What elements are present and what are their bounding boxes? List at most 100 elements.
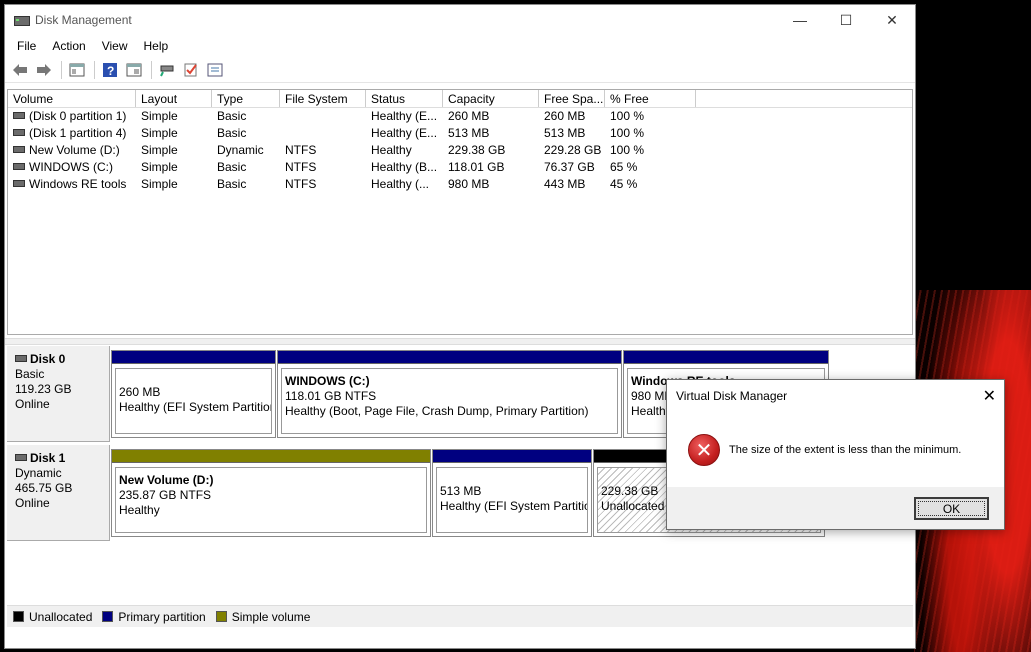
disk-list-icon[interactable] [204, 60, 226, 80]
svg-text:?: ? [107, 64, 114, 78]
disk-management-window: Disk Management — ☐ ✕ File Action View H… [4, 4, 916, 649]
volume-layout: Simple [141, 126, 178, 140]
volume-percent-free: 100 % [610, 126, 645, 140]
volume-file-system [280, 125, 366, 142]
volume-free-space: 513 MB [544, 126, 586, 140]
legend-label: Simple volume [231, 609, 311, 624]
legend-primary-partition: Primary partition [102, 610, 206, 624]
disk-icon [15, 355, 27, 363]
properties-icon[interactable] [123, 60, 145, 80]
volume-status: Healthy (E... [371, 109, 438, 123]
volume-free-space: 443 MB [544, 177, 586, 191]
table-row[interactable]: WINDOWS (C:) Simple Basic NTFS Healthy (… [8, 159, 912, 176]
partition-status: Healthy (Boot, Page File, Crash Dump, Pr… [285, 404, 589, 418]
volume-name: Windows RE tools [29, 177, 127, 191]
partition-status: Healthy (EFI System Partition) [119, 400, 272, 414]
partition-disk0-efi[interactable]: 260 MB Healthy (EFI System Partition) [111, 350, 276, 438]
disk-size: 465.75 GB [15, 481, 73, 495]
table-row[interactable]: (Disk 0 partition 1) Simple Basic Health… [8, 108, 912, 125]
volume-file-system: NTFS [285, 177, 317, 191]
volume-name: WINDOWS (C:) [29, 160, 113, 174]
dialog-message: The size of the extent is less than the … [729, 444, 962, 456]
check-icon[interactable] [180, 60, 202, 80]
error-icon: ✕ [688, 434, 720, 466]
volume-type: Dynamic [217, 143, 264, 157]
legend-swatch [215, 611, 227, 622]
show-hide-console-tree-icon[interactable] [66, 60, 88, 80]
connect-icon[interactable] [156, 60, 178, 80]
table-row[interactable]: (Disk 1 partition 4) Simple Basic Health… [8, 125, 912, 142]
column-header-file-system[interactable]: File System [280, 90, 366, 107]
column-header-percent-free[interactable]: % Free [605, 90, 696, 107]
column-header-status[interactable]: Status [366, 90, 443, 107]
column-header-capacity[interactable]: Capacity [443, 90, 539, 107]
back-icon[interactable] [9, 60, 31, 80]
maximize-button[interactable]: ☐ [823, 5, 869, 35]
dialog-close-button[interactable]: ✕ [983, 386, 996, 406]
disk-label-0[interactable]: Disk 0 Basic 119.23 GB Online [7, 346, 110, 442]
error-dialog: Virtual Disk Manager ✕ ✕ The size of the… [666, 379, 1005, 530]
disk-name: Disk 0 [30, 352, 66, 366]
partition-size: 235.87 GB NTFS [119, 488, 212, 502]
volume-capacity: 260 MB [448, 109, 490, 123]
menu-action[interactable]: Action [44, 39, 93, 53]
volume-icon [13, 129, 25, 137]
volume-free-space: 76.37 GB [544, 160, 595, 174]
menu-view[interactable]: View [94, 39, 136, 53]
partition-name: New Volume (D:) [119, 473, 214, 487]
column-header-type[interactable]: Type [212, 90, 280, 107]
dialog-title-bar: Virtual Disk Manager ✕ [667, 380, 1004, 411]
volume-type: Basic [217, 109, 247, 123]
partition-size: 513 MB [440, 484, 482, 498]
volume-file-system: NTFS [285, 143, 317, 157]
volume-icon [13, 112, 25, 120]
desktop-background [914, 0, 1031, 652]
disk-name: Disk 1 [30, 451, 66, 465]
minimize-button[interactable]: — [777, 5, 823, 35]
help-icon[interactable]: ? [99, 60, 121, 80]
ok-button[interactable]: OK [914, 497, 989, 520]
close-button[interactable]: ✕ [869, 5, 915, 35]
disk-label-1[interactable]: Disk 1 Dynamic 465.75 GB Online [7, 445, 110, 541]
volume-layout: Simple [141, 177, 178, 191]
volume-icon [13, 163, 25, 171]
volume-list: Volume Layout Type File System Status Ca… [7, 89, 913, 335]
disk-state: Online [15, 496, 50, 510]
legend-swatch [102, 611, 114, 622]
volume-type: Basic [217, 160, 247, 174]
partition-size: 118.01 GB NTFS [285, 389, 377, 403]
table-row[interactable]: New Volume (D:) Simple Dynamic NTFS Heal… [8, 142, 912, 159]
disk-kind: Dynamic [15, 466, 62, 480]
volume-name: (Disk 0 partition 1) [29, 109, 127, 123]
volume-percent-free: 65 % [610, 160, 638, 174]
partition-disk1-efi[interactable]: 513 MB Healthy (EFI System Partition) [432, 449, 592, 537]
column-header-free-space[interactable]: Free Spa... [539, 90, 605, 107]
volume-percent-free: 45 % [610, 177, 638, 191]
table-row[interactable]: Windows RE tools Simple Basic NTFS Healt… [8, 176, 912, 193]
volume-list-header: Volume Layout Type File System Status Ca… [8, 90, 912, 108]
dialog-body: ✕ The size of the extent is less than th… [667, 411, 1004, 489]
dialog-footer: OK [667, 487, 1004, 529]
volume-percent-free: 100 % [610, 109, 645, 123]
volume-name: New Volume (D:) [29, 143, 120, 157]
partition-disk1-new-volume[interactable]: New Volume (D:) 235.87 GB NTFS Healthy [111, 449, 431, 537]
pane-splitter[interactable] [5, 338, 915, 345]
volume-capacity: 118.01 GB [448, 160, 505, 174]
partition-status: Healthy (EFI System Partition) [440, 499, 588, 513]
menu-bar: File Action View Help [5, 35, 915, 57]
volume-status: Healthy (... [371, 177, 430, 191]
volume-capacity: 513 MB [448, 126, 490, 140]
menu-file[interactable]: File [9, 39, 44, 53]
column-header-layout[interactable]: Layout [136, 90, 212, 107]
legend-unallocated: Unallocated [13, 610, 92, 624]
volume-name: (Disk 1 partition 4) [29, 126, 127, 140]
legend: Unallocated Primary partition Simple vol… [7, 605, 913, 627]
toolbar: ? [5, 57, 915, 83]
column-header-volume[interactable]: Volume [8, 90, 136, 107]
forward-icon[interactable] [33, 60, 55, 80]
disk-state: Online [15, 397, 50, 411]
partition-disk0-windows[interactable]: WINDOWS (C:) 118.01 GB NTFS Healthy (Boo… [277, 350, 622, 438]
menu-help[interactable]: Help [136, 39, 177, 53]
volume-file-system [280, 108, 366, 125]
title-bar: Disk Management — ☐ ✕ [5, 5, 915, 35]
